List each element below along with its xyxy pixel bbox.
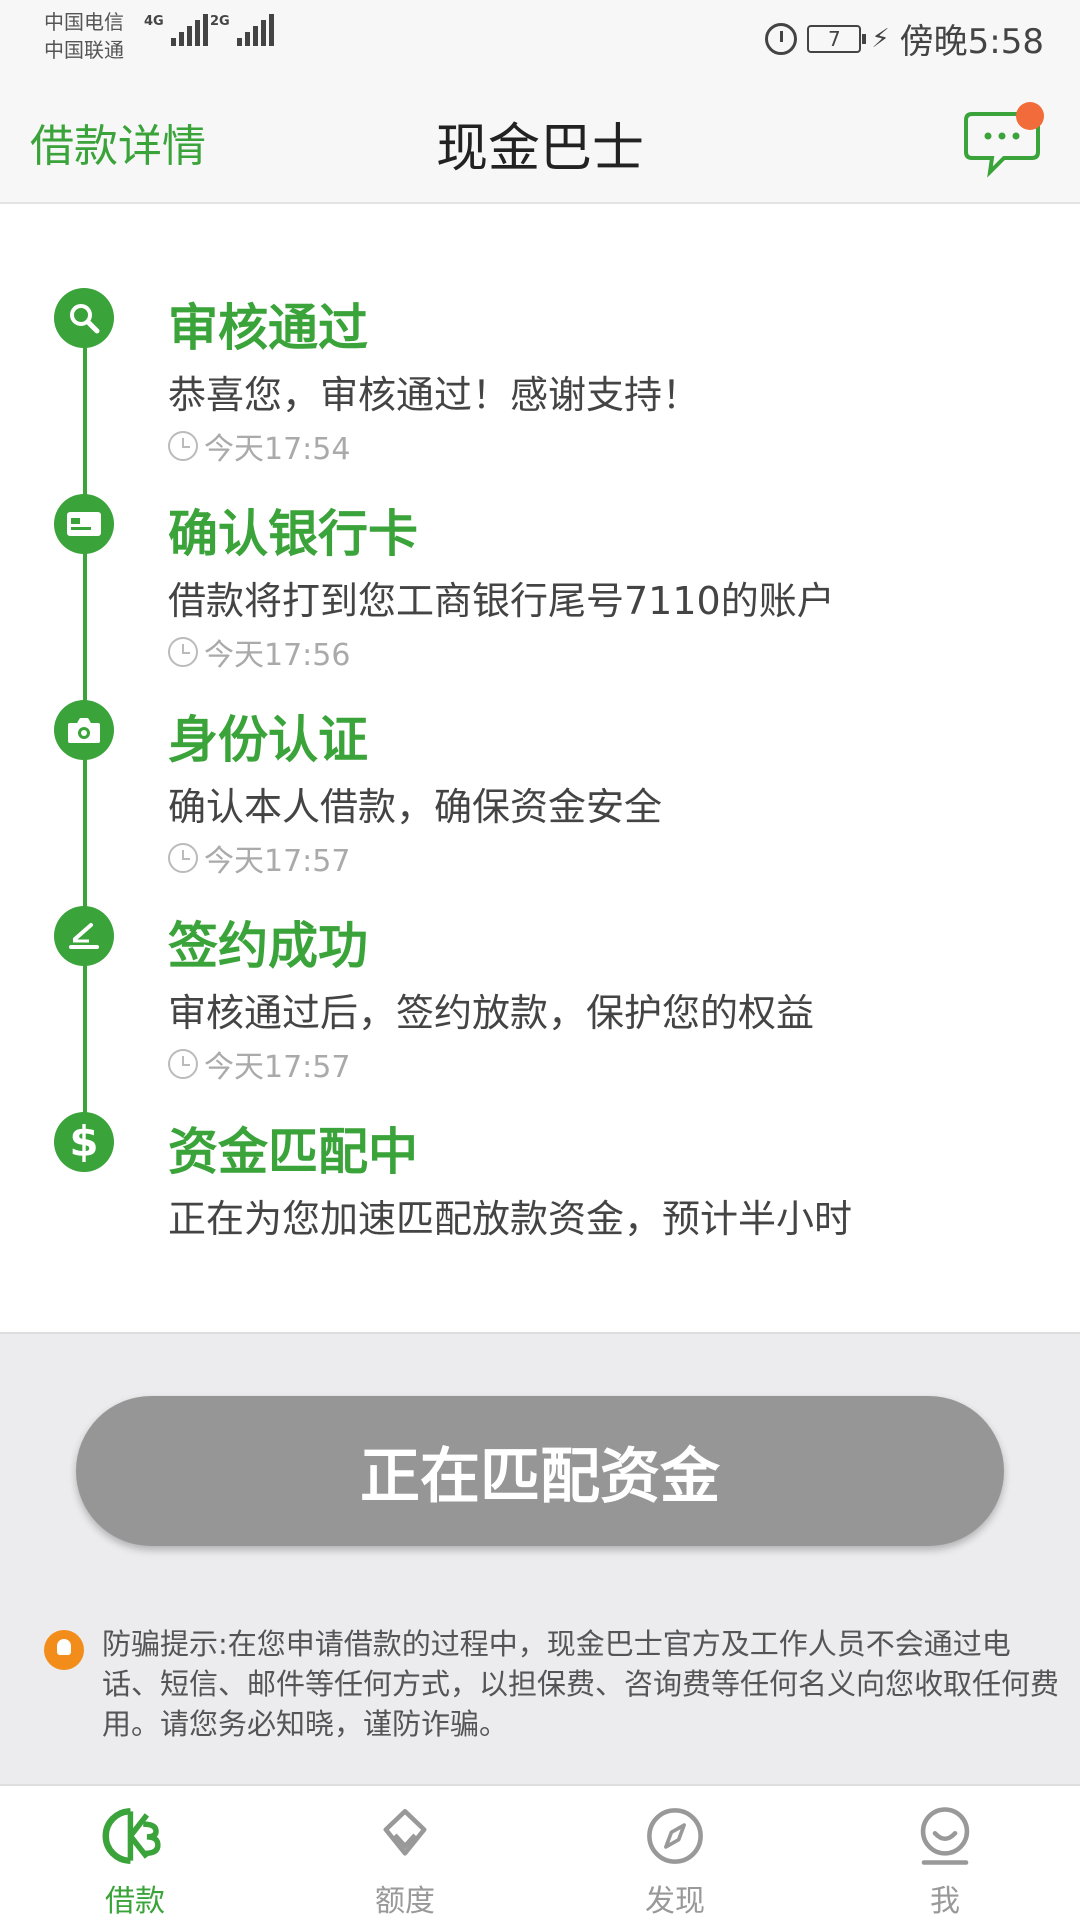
smiley-icon xyxy=(920,1807,970,1865)
network-type-2: 2G xyxy=(210,14,230,29)
tab-label: 我 xyxy=(930,1884,960,1919)
tab-label: 发现 xyxy=(645,1884,705,1919)
chat-button[interactable] xyxy=(964,102,1044,178)
clock-time: 傍晚5:58 xyxy=(899,22,1044,62)
step-title: 签约成功 xyxy=(168,917,368,975)
page-title: 现金巴士 xyxy=(435,119,644,179)
step-description: 审核通过后，签约放款，保护您的权益 xyxy=(168,991,815,1035)
tab-label: 额度 xyxy=(375,1884,435,1919)
signal-1-icon: 4G xyxy=(144,14,208,46)
step-title: 审核通过 xyxy=(168,299,368,357)
bottom-tab-bar: 借款 额度 发现 我 xyxy=(0,1784,1080,1920)
step-time-text: 今天17:57 xyxy=(204,844,351,879)
notice-text: 防骗提示:在您申请借款的过程中，现金巴士官方及工作人员不会通过电话、短信、邮件等… xyxy=(102,1627,1060,1741)
lightbulb-icon xyxy=(44,1630,84,1670)
step-description: 正在为您加速匹配放款资金，预计半小时 xyxy=(168,1197,853,1241)
app-header: 借款详情 现金巴士 xyxy=(0,76,1080,204)
loan-icon xyxy=(102,1808,161,1864)
alarm-icon xyxy=(765,22,798,55)
step-time-text: 今天17:57 xyxy=(204,1050,351,1085)
search-icon xyxy=(54,288,114,348)
tab-me[interactable]: 我 xyxy=(810,1786,1080,1920)
matching-funds-button[interactable]: 正在匹配资金 xyxy=(76,1396,1004,1546)
step-description: 确认本人借款，确保资金安全 xyxy=(168,785,663,829)
step-time: 今天17:54 xyxy=(168,424,350,468)
clock-icon xyxy=(168,431,198,461)
carrier-2: 中国联通 xyxy=(44,38,124,62)
dollar-icon: $ xyxy=(54,1112,114,1172)
status-bar: 中国电信 中国联通 4G 2G 7 ⚡ 傍晚5:58 xyxy=(0,0,1080,76)
signal-2-icon: 2G xyxy=(210,14,274,46)
loan-progress-timeline: 审核通过 恭喜您，审核通过！感谢支持！ 今天17:54 确认银行卡 借款将打到您… xyxy=(0,204,1080,1332)
clock-icon xyxy=(168,1049,198,1079)
carrier-info: 中国电信 中国联通 xyxy=(44,8,124,64)
status-right: 7 ⚡ 傍晚5:58 xyxy=(765,14,1044,63)
action-area: 正在匹配资金 防骗提示:在您申请借款的过程中，现金巴士官方及工作人员不会通过电话… xyxy=(0,1332,1080,1784)
step-time-text: 今天17:54 xyxy=(204,432,351,467)
battery-icon: 7 xyxy=(807,24,867,53)
charging-icon: ⚡ xyxy=(871,23,890,54)
clock-icon xyxy=(168,637,198,667)
sign-icon xyxy=(54,906,114,966)
tab-label: 借款 xyxy=(105,1884,165,1919)
battery-level: 7 xyxy=(828,26,841,51)
step-time-text: 今天17:56 xyxy=(204,638,351,673)
diamond-icon xyxy=(383,1809,427,1856)
carrier-1: 中国电信 xyxy=(44,10,124,34)
tab-discover[interactable]: 发现 xyxy=(540,1786,810,1920)
step-description: 借款将打到您工商银行尾号7110的账户 xyxy=(168,579,835,623)
compass-icon xyxy=(647,1808,703,1864)
step-title: 身份认证 xyxy=(168,711,368,769)
step-description: 恭喜您，审核通过！感谢支持！ xyxy=(168,373,701,417)
tab-loan[interactable]: 借款 xyxy=(0,1786,270,1920)
step-time: 今天17:57 xyxy=(168,1042,350,1086)
tab-quota[interactable]: 额度 xyxy=(270,1786,540,1920)
step-time: 今天17:56 xyxy=(168,630,350,674)
step-title: 资金匹配中 xyxy=(168,1123,418,1181)
camera-icon xyxy=(54,700,114,760)
step-title: 确认银行卡 xyxy=(168,505,418,563)
bank-card-icon xyxy=(54,494,114,554)
notification-badge xyxy=(1016,102,1044,130)
step-time: 今天17:57 xyxy=(168,836,350,880)
clock-icon xyxy=(168,843,198,873)
network-type-1: 4G xyxy=(144,14,164,29)
